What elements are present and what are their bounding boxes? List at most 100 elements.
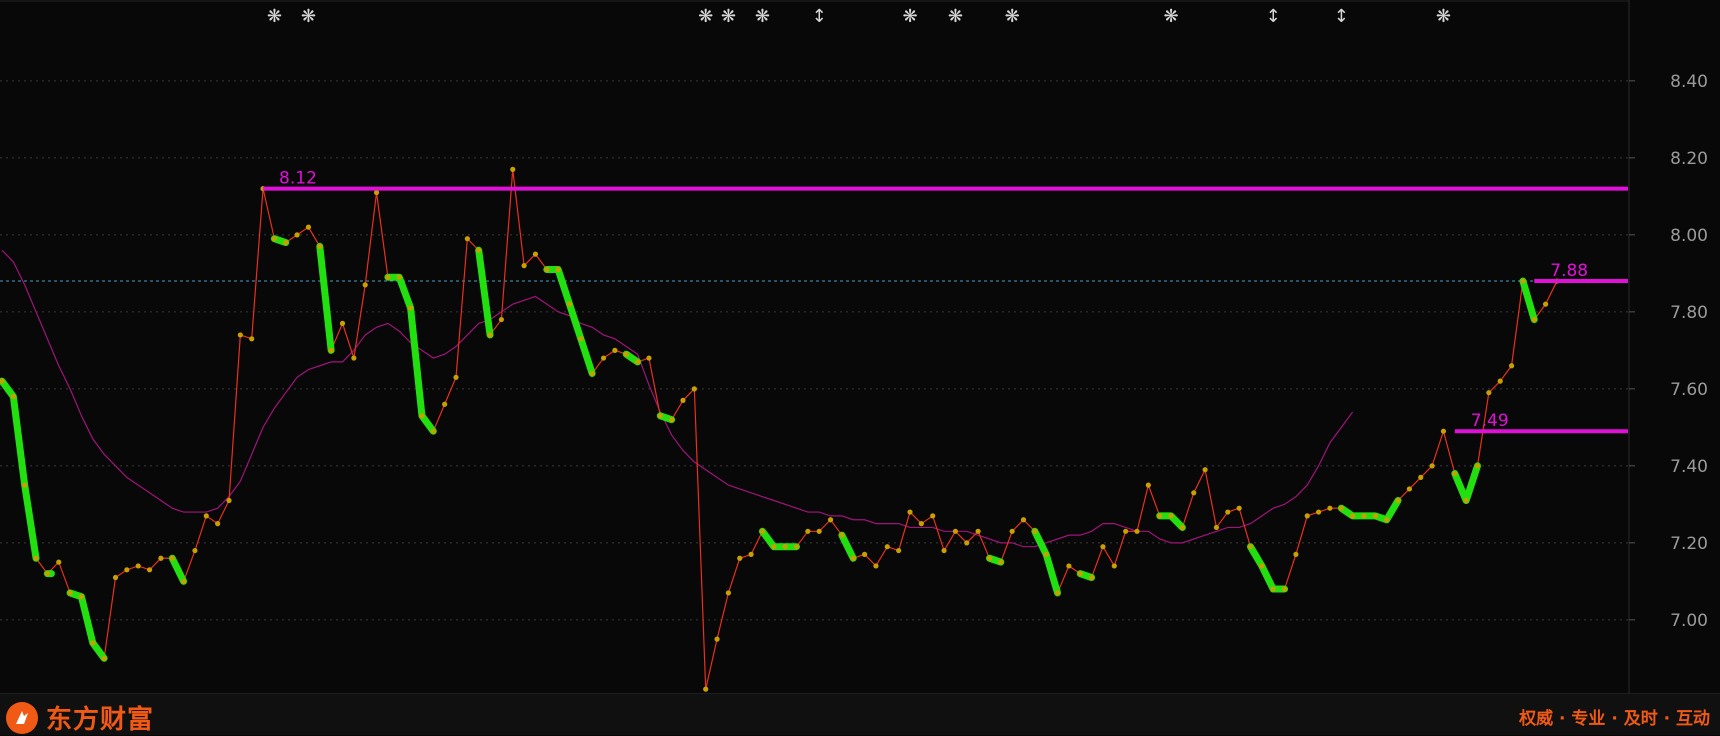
axis-tick-label: 7.60	[1670, 380, 1708, 400]
price-point	[1463, 497, 1469, 504]
top-marker: ❋	[698, 6, 713, 27]
price-point	[33, 555, 39, 561]
down-segment	[168, 554, 188, 585]
price-point	[430, 428, 436, 434]
price-point	[442, 401, 448, 407]
level-lines: 8.12 7.49 7.88	[263, 169, 1628, 434]
price-point	[1054, 590, 1061, 596]
price-point	[1350, 513, 1356, 519]
price-point	[1327, 505, 1333, 511]
price-point	[1372, 513, 1378, 519]
price-point	[56, 559, 62, 565]
brand[interactable]: 东方财富	[6, 699, 154, 736]
axis-tick-label: 8.40	[1670, 72, 1708, 92]
price-point	[544, 266, 550, 273]
price-point	[362, 282, 368, 288]
price-point	[1213, 524, 1220, 531]
price-point	[1259, 563, 1265, 569]
top-marker: ❋	[1436, 6, 1451, 27]
price-point	[1157, 513, 1163, 519]
price-point	[623, 351, 629, 357]
price-point	[1009, 528, 1015, 534]
price-point	[294, 232, 300, 238]
price-point	[339, 320, 346, 326]
top-marker: ↕	[1266, 6, 1281, 27]
price-point	[532, 251, 539, 257]
price-point	[22, 482, 28, 488]
top-marker: ❋	[721, 6, 736, 27]
price-point	[680, 397, 686, 403]
price-point	[1168, 513, 1174, 519]
price-point	[124, 567, 130, 573]
price-point	[158, 555, 164, 561]
top-markers: ❋ ❋ ❋ ❋ ❋ ↕ ❋ ❋ ❋ ❋ ↕ ↕ ❋	[267, 6, 1451, 27]
price-point	[1543, 301, 1549, 307]
price-point	[283, 239, 289, 246]
price-point	[271, 236, 277, 242]
top-marker: ❋	[902, 6, 917, 27]
price-point	[862, 551, 868, 558]
price-point	[952, 528, 959, 534]
price-point	[1032, 528, 1038, 534]
price-point	[192, 547, 198, 554]
axis-tick-label: 7.00	[1670, 611, 1708, 631]
down-segment	[1451, 462, 1481, 504]
price-point	[1474, 463, 1481, 469]
price-point	[373, 189, 380, 196]
top-marker: ❋	[301, 6, 316, 27]
price-point	[1361, 513, 1367, 519]
top-marker: ↕	[812, 6, 827, 27]
price-point	[215, 521, 221, 527]
down-segment	[758, 527, 800, 551]
price-point	[328, 347, 334, 353]
price-series	[0, 166, 1560, 692]
price-point	[1440, 428, 1447, 434]
price-point	[396, 274, 402, 280]
down-segment	[384, 273, 437, 435]
down-segment	[1337, 497, 1402, 524]
level-label: 7.88	[1550, 261, 1588, 281]
brand-name: 东方财富	[46, 705, 155, 735]
price-point	[408, 305, 414, 311]
price-point	[1043, 551, 1049, 558]
price-point	[237, 332, 243, 338]
price-point	[1111, 563, 1117, 569]
top-marker: ❋	[1164, 6, 1179, 27]
price-point	[487, 332, 493, 338]
price-point	[737, 555, 743, 561]
price-point	[1270, 586, 1276, 592]
price-point	[589, 370, 595, 377]
price-point	[748, 551, 754, 558]
price-point	[1077, 571, 1083, 577]
down-segment	[1247, 543, 1289, 593]
price-point	[782, 544, 788, 550]
price-point	[1452, 470, 1458, 477]
price-point	[1123, 528, 1129, 534]
price-point	[510, 166, 516, 172]
price-point	[566, 301, 573, 307]
price-point	[964, 540, 970, 546]
price-point	[703, 686, 709, 692]
price-point	[249, 336, 255, 342]
price-point	[317, 243, 323, 249]
price-point	[1202, 467, 1208, 473]
price-point	[1316, 509, 1322, 515]
price-point	[1191, 490, 1197, 496]
axis-tick-label: 7.40	[1670, 457, 1708, 477]
price-point	[1281, 586, 1288, 592]
price-point	[78, 594, 85, 600]
price-line	[1, 169, 1558, 690]
top-marker: ❋	[948, 6, 963, 27]
price-point	[453, 374, 459, 380]
price-point	[907, 509, 913, 515]
down-segment	[316, 242, 335, 354]
price-point	[385, 274, 391, 280]
price-point	[90, 640, 96, 646]
price-point	[1020, 517, 1027, 523]
down-segment	[1519, 277, 1538, 324]
top-marker: ❋	[1005, 6, 1020, 27]
price-point	[884, 544, 890, 550]
price-point	[1236, 505, 1242, 511]
price-point	[646, 355, 652, 361]
top-marker: ❋	[267, 6, 282, 27]
